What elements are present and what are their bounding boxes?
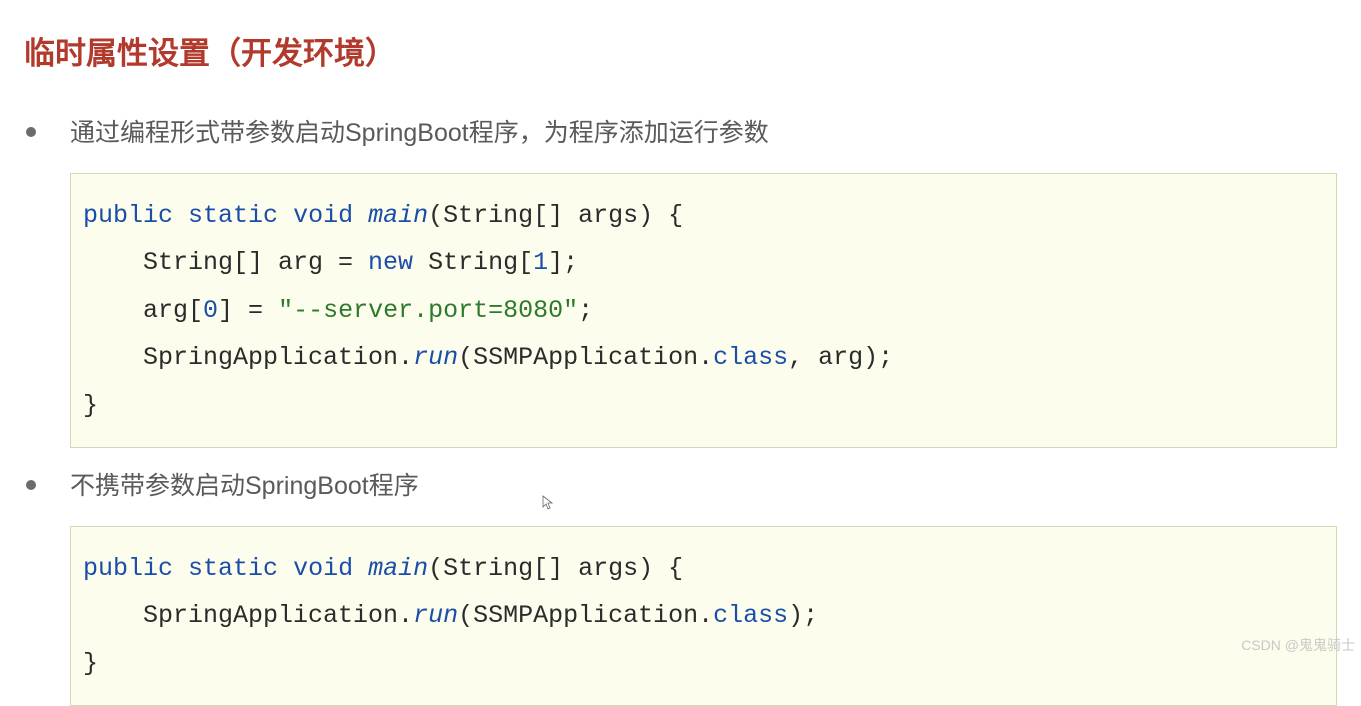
brace-close: } — [83, 391, 98, 420]
code-text: String[ — [413, 248, 533, 277]
num-literal: 0 — [203, 296, 218, 325]
code-text: SpringApplication. — [83, 343, 413, 372]
code-block-1: public static void main(String[] args) {… — [70, 173, 1337, 449]
kw-static: static — [188, 201, 278, 230]
kw-public: public — [83, 201, 173, 230]
fn-run: run — [413, 601, 458, 630]
kw-static: static — [188, 554, 278, 583]
watermark: CSDN @鬼鬼骑士 — [1241, 635, 1355, 655]
sig-open: (String[] args) { — [428, 554, 683, 583]
code-text: ); — [788, 601, 818, 630]
brace-close: } — [83, 649, 98, 678]
code-text: ]; — [548, 248, 578, 277]
fn-main: main — [368, 554, 428, 583]
code-text: SpringApplication. — [83, 601, 413, 630]
code-text: , arg); — [788, 343, 893, 372]
page-title: 临时属性设置（开发环境） — [24, 28, 1337, 73]
num-literal: 1 — [533, 248, 548, 277]
code-text: String[] arg = — [83, 248, 368, 277]
kw-class: class — [713, 601, 788, 630]
kw-class: class — [713, 343, 788, 372]
bullet-list: 通过编程形式带参数启动SpringBoot程序，为程序添加运行参数 public… — [24, 115, 1337, 706]
bullet-text: 不携带参数启动SpringBoot程序 — [70, 468, 1337, 506]
code-text: (SSMPApplication. — [458, 601, 713, 630]
kw-void: void — [293, 201, 353, 230]
code-text: arg[ — [83, 296, 203, 325]
sig-open: (String[] args) { — [428, 201, 683, 230]
code-text: ; — [578, 296, 593, 325]
fn-main: main — [368, 201, 428, 230]
bullet-text: 通过编程形式带参数启动SpringBoot程序，为程序添加运行参数 — [70, 115, 1337, 153]
code-block-2: public static void main(String[] args) {… — [70, 526, 1337, 706]
kw-void: void — [293, 554, 353, 583]
kw-public: public — [83, 554, 173, 583]
string-literal: "--server.port=8080" — [278, 296, 578, 325]
list-item: 不携带参数启动SpringBoot程序 public static void m… — [24, 468, 1337, 706]
fn-run: run — [413, 343, 458, 372]
list-item: 通过编程形式带参数启动SpringBoot程序，为程序添加运行参数 public… — [24, 115, 1337, 448]
code-text: (SSMPApplication. — [458, 343, 713, 372]
code-text: ] = — [218, 296, 278, 325]
kw-new: new — [368, 248, 413, 277]
